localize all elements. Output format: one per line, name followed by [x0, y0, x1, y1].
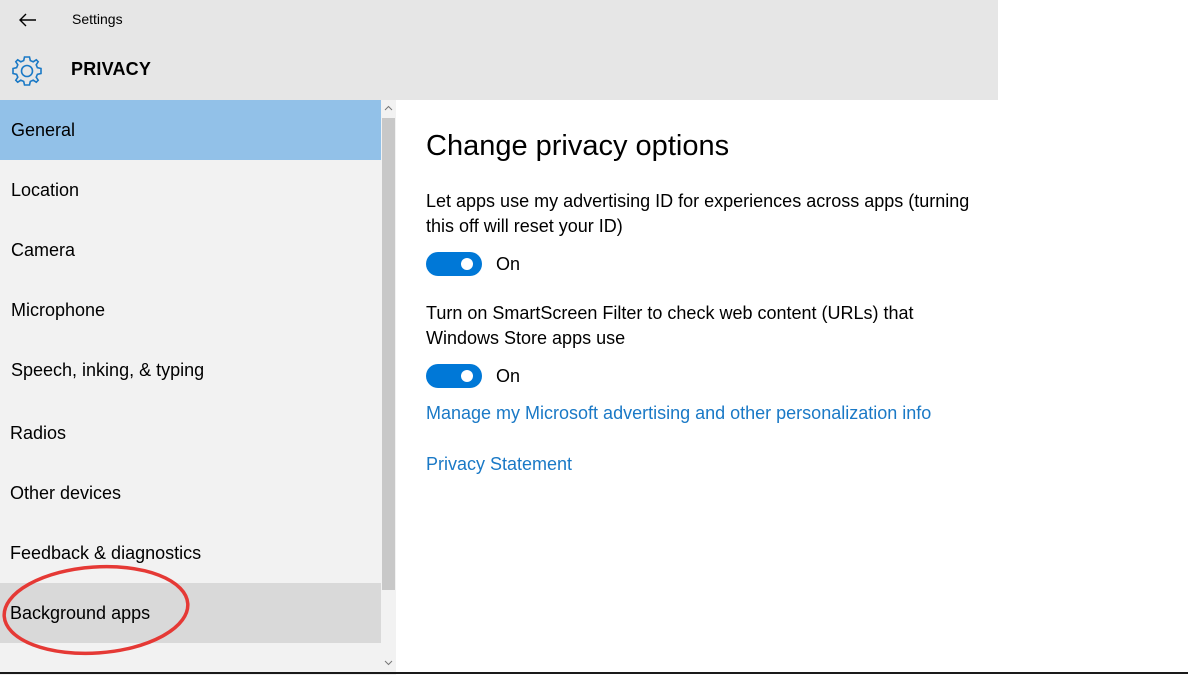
- back-arrow-icon: [19, 13, 36, 27]
- scroll-down-button[interactable]: [382, 657, 395, 669]
- manage-advertising-link[interactable]: Manage my Microsoft advertising and othe…: [426, 403, 931, 424]
- sidebar-item-feedback-diagnostics[interactable]: Feedback & diagnostics: [0, 523, 381, 583]
- toggle-knob: [461, 258, 473, 270]
- chevron-down-icon: [384, 660, 393, 666]
- sidebar-item-background-apps[interactable]: Background apps: [0, 583, 381, 643]
- sidebar-item-label: Background apps: [10, 602, 151, 623]
- privacy-statement-link[interactable]: Privacy Statement: [426, 454, 572, 475]
- advertising-id-toggle-state: On: [496, 254, 521, 274]
- advertising-id-description: Let apps use my advertising ID for exper…: [426, 191, 970, 236]
- advertising-id-toggle[interactable]: [426, 252, 482, 276]
- page-heading: PRIVACY: [71, 59, 152, 79]
- sidebar-scrollbar[interactable]: [381, 100, 396, 675]
- smartscreen-toggle-state: On: [496, 366, 521, 386]
- sidebar-item-label: Other devices: [10, 482, 122, 503]
- scroll-thumb[interactable]: [382, 118, 395, 590]
- toggle-knob: [461, 370, 473, 382]
- scroll-up-button[interactable]: [382, 102, 395, 114]
- sidebar-item-label: Speech, inking, & typing: [11, 359, 205, 380]
- sidebar-item-label: Location: [11, 179, 80, 200]
- sidebar-item-general[interactable]: General: [0, 100, 381, 160]
- smartscreen-description: Turn on SmartScreen Filter to check web …: [426, 303, 914, 348]
- chevron-up-icon: [384, 105, 393, 111]
- sidebar-item-microphone[interactable]: Microphone: [0, 280, 381, 340]
- sidebar-item-location[interactable]: Location: [0, 160, 381, 220]
- bottom-divider: [0, 672, 1188, 674]
- header-blank-area: [998, 0, 1200, 100]
- sidebar-item-camera[interactable]: Camera: [0, 220, 381, 280]
- back-button[interactable]: [14, 6, 42, 34]
- sidebar-item-radios[interactable]: Radios: [0, 403, 381, 463]
- sidebar: General Location Camera Microphone Speec…: [0, 100, 381, 675]
- sidebar-item-label: General: [11, 119, 76, 140]
- sidebar-item-other-devices[interactable]: Other devices: [0, 463, 381, 523]
- sidebar-item-label: Radios: [10, 422, 67, 443]
- title-bar: Settings PRIVACY: [0, 0, 998, 100]
- sidebar-item-label: Feedback & diagnostics: [10, 542, 202, 563]
- content-title: Change privacy options: [426, 130, 730, 162]
- sidebar-item-label: Camera: [11, 239, 76, 260]
- sidebar-item-speech-inking-typing[interactable]: Speech, inking, & typing: [0, 340, 381, 400]
- gear-icon: [12, 56, 42, 86]
- window-title: Settings: [72, 11, 123, 27]
- smartscreen-toggle[interactable]: [426, 364, 482, 388]
- sidebar-item-label: Microphone: [11, 299, 106, 320]
